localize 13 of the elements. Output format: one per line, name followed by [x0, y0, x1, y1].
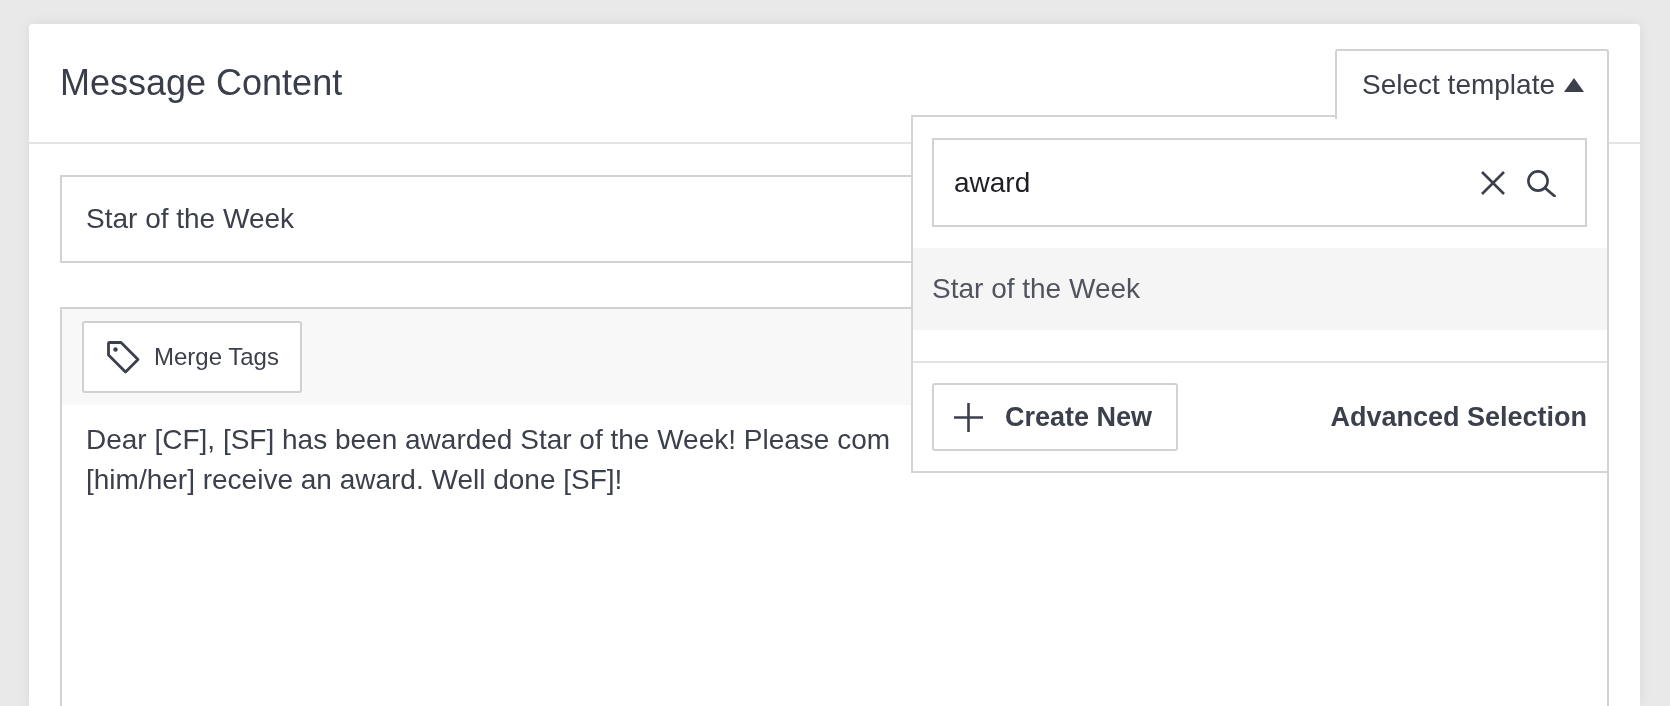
template-dropdown-button[interactable]: Select template	[1335, 49, 1609, 119]
plus-icon	[953, 401, 984, 433]
tag-icon	[105, 339, 141, 375]
create-new-button[interactable]: Create New	[932, 383, 1179, 451]
search-icon[interactable]	[1526, 168, 1556, 197]
card-title: Message Content	[60, 62, 343, 104]
clear-icon[interactable]	[1480, 169, 1506, 196]
advanced-selection-link[interactable]: Advanced Selection	[1330, 401, 1587, 433]
dropdown-option[interactable]: Star of the Week	[913, 248, 1607, 330]
caret-icon	[1564, 78, 1584, 92]
merge-tags-button[interactable]: Merge Tags	[82, 321, 302, 393]
message-body-text: Dear [CF], [SF] has been awarded Star of the Week! Please com [him/her] receive an award. Well done [SF]!	[86, 423, 891, 497]
search-field[interactable]: award	[932, 138, 1587, 227]
